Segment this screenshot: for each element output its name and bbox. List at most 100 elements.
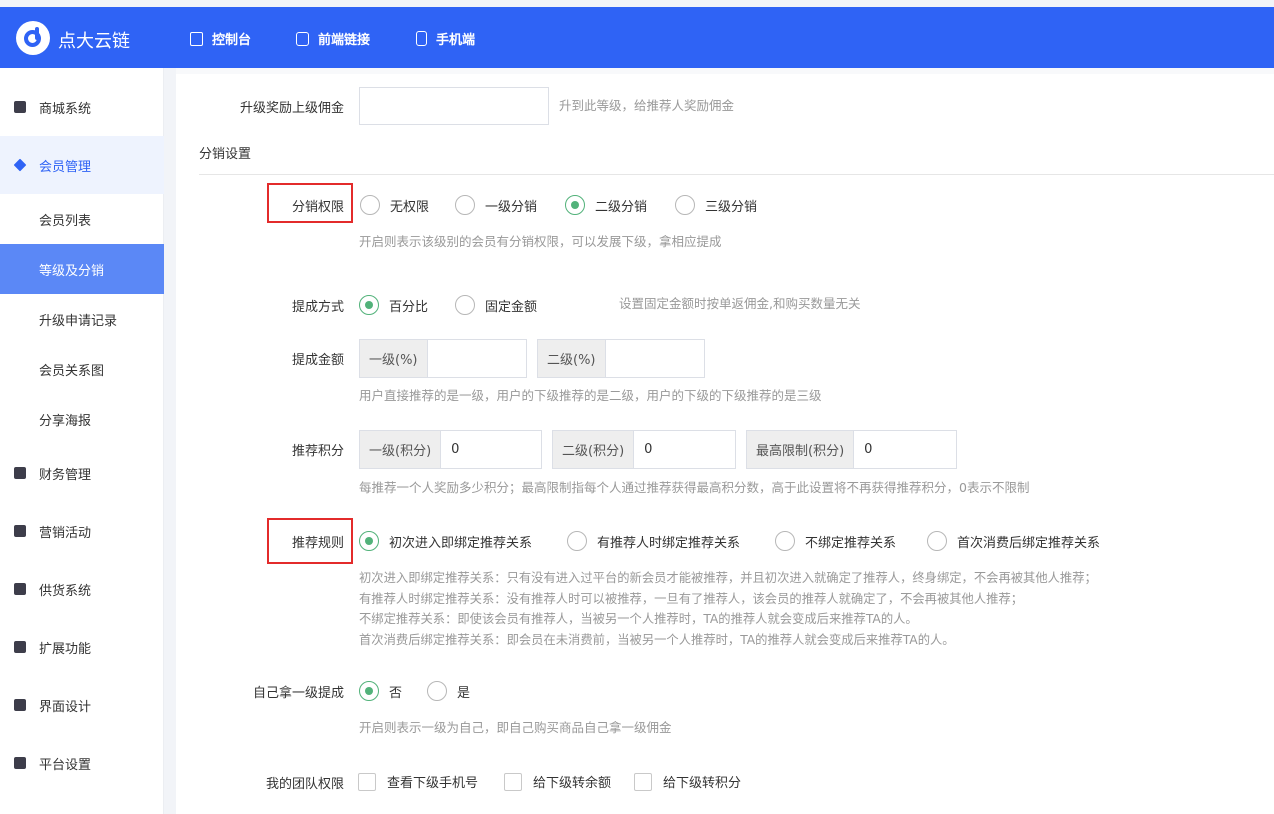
team-permission-label: 我的团队权限 [265,777,344,792]
sidebar-item-label: 平台设置 [39,757,92,773]
radio-circle [565,195,585,215]
sidebar-item-label: 扩展功能 [39,641,92,657]
checkbox-view-phone[interactable]: 查看下级手机号 [358,772,478,791]
input-prefix: 二级(积分) [553,431,635,468]
sidebar-sub-label: 等级及分销 [39,263,105,279]
sidebar-item-label: 供货系统 [39,583,92,599]
topnav-console[interactable]: 控制台 [190,29,251,48]
checkbox-transfer-balance[interactable]: 给下级转余额 [504,772,611,791]
sidebar-item-mall[interactable]: 商城系统 [0,82,164,132]
referral-rule-hint-line: 有推荐人时绑定推荐关系：没有推荐人时可以被推荐，一旦有了推荐人，该会员的推荐人就… [359,591,1024,606]
radio-self-yes[interactable]: 是 [427,681,470,701]
sidebar-sub-member-list[interactable]: 会员列表 [0,194,164,244]
sidebar-item-extensions[interactable]: 扩展功能 [0,622,164,672]
radio-commission-percent[interactable]: 百分比 [359,295,428,315]
radio-label: 不绑定推荐关系 [805,535,897,551]
gift-icon [14,525,26,537]
checkbox-box [504,772,522,791]
radio-self-no[interactable]: 否 [359,681,402,701]
sidebar-item-platform-settings[interactable]: 平台设置 [0,738,164,788]
radio-circle [927,531,947,551]
referral-rule-hint-line: 不绑定推荐关系：即使该会员有推荐人，当被另一个人推荐时，TA的推荐人就会变成后来… [359,612,918,626]
input-value: 0 [644,442,653,457]
points-level1-input[interactable]: 一级(积分) 0 [359,430,542,469]
checkbox-transfer-points[interactable]: 给下级转积分 [634,772,741,791]
upgrade-reward-hint: 升到此等级，给推荐人奖励佣金 [559,98,735,113]
sidebar: 商城系统 会员管理 会员列表 等级及分销 升级申请记录 会员关系图 分享海报 财… [0,68,164,814]
commission-level2-input[interactable]: 二级(%) [537,339,705,378]
sidebar-sub-share-poster[interactable]: 分享海报 [0,394,164,444]
brand-name: 点大云链 [58,31,130,52]
radio-dist-level3[interactable]: 三级分销 [675,195,757,215]
radio-label: 百分比 [389,299,429,315]
sidebar-sub-level-distribution[interactable]: 等级及分销 [0,244,164,294]
radio-label: 一级分销 [485,199,538,215]
referral-rule-hints: 初次进入即绑定推荐关系：只有没有进入过平台的新会员才能被推荐，并且初次进入就确定… [359,568,1097,650]
input-prefix: 一级(%) [360,340,428,377]
top-shade [0,0,1274,7]
yen-icon [14,467,26,479]
topnav-mobile[interactable]: 手机端 [416,29,475,48]
sidebar-sub-upgrade-records[interactable]: 升级申请记录 [0,294,164,344]
truck-icon [14,583,26,595]
sidebar-sub-relation-chart[interactable]: 会员关系图 [0,344,164,394]
sidebar-sub-label: 会员列表 [39,213,92,229]
radio-dist-none[interactable]: 无权限 [360,195,429,215]
self-commission-label: 自己拿一级提成 [252,686,344,701]
commission-mode-hint: 设置固定金额时按单返佣金,和购买数量无关 [619,296,861,311]
radio-label: 初次进入即绑定推荐关系 [389,535,533,551]
radio-rule-first-entry[interactable]: 初次进入即绑定推荐关系 [359,531,532,551]
topnav-frontend-link[interactable]: 前端链接 [296,29,370,48]
sidebar-item-label: 界面设计 [39,699,92,715]
radio-label: 首次消费后绑定推荐关系 [957,535,1101,551]
sidebar-item-label: 商城系统 [39,101,92,117]
sidebar-sub-label: 分享海报 [39,413,92,429]
radio-rule-has-referrer[interactable]: 有推荐人时绑定推荐关系 [567,531,740,551]
monitor-icon [14,757,26,769]
input-value [606,340,616,377]
points-level2-input[interactable]: 二级(积分) 0 [552,430,736,469]
logo-icon[interactable] [16,21,50,55]
input-prefix: 最高限制(积分) [747,431,855,468]
sidebar-item-ui-design[interactable]: 界面设计 [0,680,164,730]
topnav-mobile-label: 手机端 [436,33,476,48]
commission-mode-label: 提成方式 [291,300,344,315]
link-icon [296,31,309,46]
input-prefix: 二级(%) [538,340,606,377]
self-commission-hint: 开启则表示一级为自己，即自己购买商品自己拿一级佣金 [359,720,672,735]
commission-amount-hint: 用户直接推荐的是一级，用户的下级推荐的是二级，用户的下级的下级推荐的是三级 [359,388,822,403]
radio-rule-after-purchase[interactable]: 首次消费后绑定推荐关系 [927,531,1100,551]
sidebar-item-supply[interactable]: 供货系统 [0,564,164,614]
section-divider [199,174,1274,175]
sidebar-item-members[interactable]: 会员管理 [0,136,164,194]
radio-dist-level2[interactable]: 二级分销 [565,195,647,215]
radio-circle [360,195,380,215]
commission-amount-label: 提成金额 [291,353,344,368]
checkbox-box [358,772,376,791]
upgrade-reward-input[interactable] [359,87,549,125]
sidebar-sub-label: 升级申请记录 [39,313,118,329]
radio-label: 三级分销 [705,199,758,215]
radio-dist-level1[interactable]: 一级分销 [455,195,537,215]
radio-label: 是 [457,685,471,701]
commission-level1-input[interactable]: 一级(%) [359,339,527,378]
radio-circle [455,195,475,215]
content-top-shade [176,68,1274,74]
dashboard-icon [190,31,203,46]
points-max-input[interactable]: 最高限制(积分) 0 [746,430,957,469]
referral-rule-hint-line: 首次消费后绑定推荐关系：即会员在未消费前，当被另一个人推荐时，TA的推荐人就会变… [359,632,955,647]
radio-circle [359,295,379,315]
radio-circle [359,681,379,701]
sidebar-item-label: 会员管理 [39,159,92,175]
radio-label: 否 [389,685,403,701]
radio-circle [567,531,587,551]
sidebar-item-marketing[interactable]: 营销活动 [0,506,164,556]
input-value: 0 [864,442,873,457]
checkbox-label: 给下级转积分 [663,776,742,791]
dist-permission-hint: 开启则表示该级别的会员有分销权限，可以发展下级，拿相应提成 [359,234,722,249]
radio-commission-fixed[interactable]: 固定金额 [455,295,537,315]
referral-points-hint: 每推荐一个人奖励多少积分；最高限制指每个人通过推荐获得最高积分数，高于此设置将不… [359,480,1030,495]
sidebar-item-finance[interactable]: 财务管理 [0,448,164,498]
radio-rule-no-bind[interactable]: 不绑定推荐关系 [775,531,896,551]
radio-label: 无权限 [390,199,430,215]
